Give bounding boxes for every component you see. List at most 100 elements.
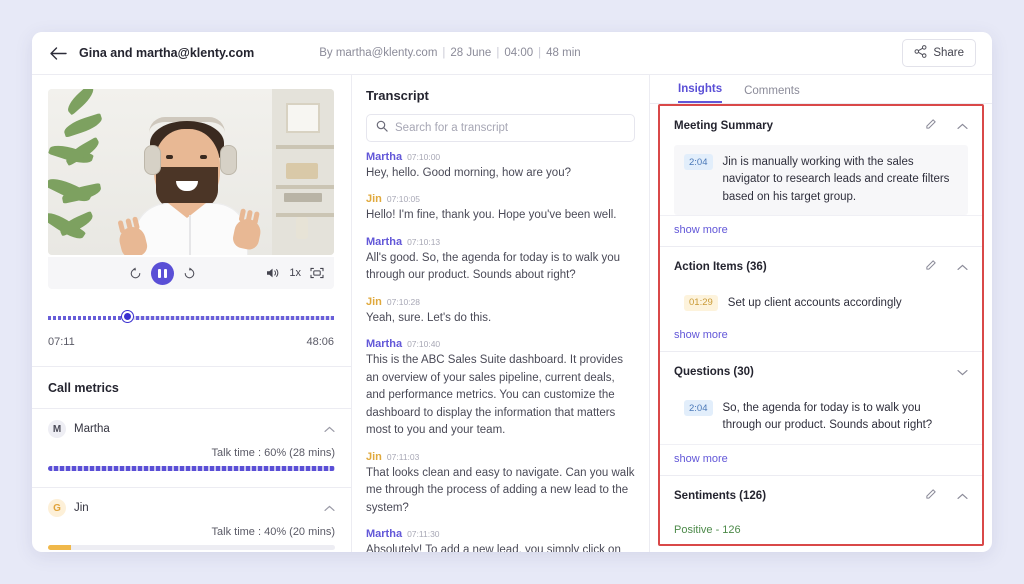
timestamp-badge[interactable]: 2:04: [684, 154, 713, 170]
talk-time-label: Talk time : 60% (28 mins): [48, 447, 335, 459]
edit-pencil-icon[interactable]: [925, 117, 937, 135]
insight-item[interactable]: 2:04 So, the agenda for today is to walk…: [674, 391, 968, 444]
insights-panel: Insights Comments Meeting Summary: [650, 75, 992, 552]
section-sentiments: Sentiments (126) Positive - 126: [660, 476, 982, 545]
transcript-text: That looks clean and easy to navigate. C…: [366, 465, 635, 517]
video-player[interactable]: [48, 89, 334, 255]
avatar: G: [48, 499, 66, 517]
transcript-title: Transcript: [366, 88, 635, 103]
forward-10-icon[interactable]: [183, 267, 196, 280]
main-body: 1x 07:11 48:06 Call metrics: [32, 75, 992, 552]
transcript-entry[interactable]: Martha07:10:13 All's good. So, the agend…: [366, 236, 635, 285]
transcript-speaker: Jin: [366, 193, 382, 205]
transcript-speaker: Jin: [366, 451, 382, 463]
transcript-text: Yeah, sure. Let's do this.: [366, 310, 635, 327]
fullscreen-icon[interactable]: [310, 267, 324, 279]
share-icon: [914, 45, 927, 61]
speaker-name: Jin: [74, 502, 89, 514]
arrow-left-icon[interactable]: [48, 43, 68, 63]
timestamp-badge[interactable]: 01:29: [684, 295, 718, 311]
insight-text: Jin is manually working with the sales n…: [723, 154, 959, 206]
share-button[interactable]: Share: [902, 39, 976, 67]
pause-icon[interactable]: [151, 262, 174, 285]
section-title: Meeting Summary: [674, 120, 773, 132]
transcript-speaker: Martha: [366, 338, 402, 350]
section-title: Questions (30): [674, 366, 754, 378]
meeting-detail-window: Gina and martha@klenty.com By martha@kle…: [32, 32, 992, 552]
insight-item[interactable]: 33:43 Exactly. Yeah. Exactly. Okay.: [660, 536, 982, 545]
tab-comments[interactable]: Comments: [744, 85, 800, 103]
playback-speed-button[interactable]: 1x: [289, 267, 301, 279]
meta-divider: |: [496, 47, 499, 59]
transcript-entry[interactable]: Martha07:11:30 Absolutely! To add a new …: [366, 528, 635, 552]
audio-waveform-scrubber[interactable]: [48, 311, 334, 325]
chevron-down-icon[interactable]: [957, 363, 968, 381]
search-input[interactable]: [395, 122, 625, 134]
divider: [32, 366, 352, 367]
rewind-10-icon[interactable]: [129, 267, 142, 280]
waveform-played: [48, 316, 122, 320]
speaker-metric-row: G Jin Talk time : 40% (20 mins): [48, 488, 335, 550]
share-label: Share: [933, 47, 964, 59]
transcript-list: Martha07:10:00 Hey, hello. Good morning,…: [366, 151, 635, 552]
transcript-text: Hey, hello. Good morning, how are you?: [366, 165, 635, 182]
volume-icon[interactable]: [266, 267, 280, 279]
chevron-up-icon[interactable]: [324, 420, 335, 438]
transcript-panel: Transcript Martha07:10:00 Hey, hello. Go…: [352, 75, 650, 552]
transcript-timestamp: 07:11:03: [387, 452, 419, 462]
insights-highlight-box: Meeting Summary: [658, 104, 984, 546]
transcript-search[interactable]: [366, 114, 635, 142]
transcript-speaker: Martha: [366, 236, 402, 248]
video-and-metrics-panel: 1x 07:11 48:06 Call metrics: [32, 75, 352, 552]
app-header: Gina and martha@klenty.com By martha@kle…: [32, 32, 992, 75]
transcript-text: All's good. So, the agenda for today is …: [366, 250, 635, 285]
meta-date: 28 June: [450, 47, 491, 59]
speaker-name: Martha: [74, 423, 110, 435]
show-more-button[interactable]: show more: [660, 215, 982, 246]
speaker-activity-bar: [48, 466, 335, 471]
chevron-up-icon[interactable]: [957, 487, 968, 505]
transcript-timestamp: 07:10:28: [387, 297, 420, 307]
chevron-up-icon[interactable]: [957, 258, 968, 276]
transcript-entry[interactable]: Jin07:10:28 Yeah, sure. Let's do this.: [366, 296, 635, 327]
transcript-entry[interactable]: Jin 07:11:03 That looks clean and easy to…: [366, 451, 635, 517]
timestamp-badge[interactable]: 2:04: [684, 400, 713, 416]
speaker-activity-bar: [48, 545, 335, 550]
insight-text: Exactly. Yeah. Exactly. Okay.: [734, 544, 880, 545]
scrubber-handle[interactable]: [122, 311, 133, 322]
show-more-button[interactable]: show more: [660, 321, 982, 351]
transcript-entry[interactable]: Jin07:10:05 Hello! I'm fine, thank you. …: [366, 193, 635, 224]
insight-item[interactable]: 2:04 Jin is manually working with the sa…: [674, 145, 968, 215]
meeting-meta: By martha@klenty.com|28 June|04:00|48 mi…: [319, 47, 580, 59]
insight-text: So, the agenda for today is to walk you …: [723, 400, 959, 435]
transcript-entry[interactable]: Martha07:10:00 Hey, hello. Good morning,…: [366, 151, 635, 182]
avatar: M: [48, 420, 66, 438]
transcript-timestamp: 07:10:05: [387, 194, 420, 204]
transcript-timestamp: 07:10:40: [407, 339, 440, 349]
transcript-text: Absolutely! To add a new lead, you simpl…: [366, 542, 635, 552]
call-metrics-title: Call metrics: [48, 381, 335, 395]
section-meeting-summary: Meeting Summary: [660, 106, 982, 247]
total-time: 48:06: [306, 336, 334, 348]
time-row: 07:11 48:06: [48, 336, 334, 348]
tab-insights[interactable]: Insights: [678, 83, 722, 103]
search-icon: [376, 119, 388, 137]
show-more-button[interactable]: show more: [660, 444, 982, 475]
insights-sections: Meeting Summary: [660, 106, 982, 544]
edit-pencil-icon[interactable]: [925, 487, 937, 505]
meta-time: 04:00: [504, 47, 533, 59]
speaker-metric-row: M Martha Talk time : 60% (28 mins): [48, 409, 335, 471]
edit-pencil-icon[interactable]: [925, 258, 937, 276]
section-title: Action Items (36): [674, 261, 767, 273]
transcript-speaker: Martha: [366, 528, 402, 540]
chevron-up-icon[interactable]: [957, 117, 968, 135]
waveform-remaining: [136, 316, 334, 320]
insight-item[interactable]: 01:29 Set up client accounts accordingly: [674, 286, 968, 321]
player-right-controls: 1x: [266, 267, 324, 279]
chevron-up-icon[interactable]: [324, 499, 335, 517]
page-title: Gina and martha@klenty.com: [79, 46, 254, 60]
transcript-entry[interactable]: Martha 07:10:40 This is the ABC Sales Sui…: [366, 338, 635, 439]
transcript-text: This is the ABC Sales Suite dashboard. I…: [366, 352, 635, 439]
sentiment-group-label: Positive - 126: [660, 515, 982, 536]
current-time: 07:11: [48, 336, 75, 348]
